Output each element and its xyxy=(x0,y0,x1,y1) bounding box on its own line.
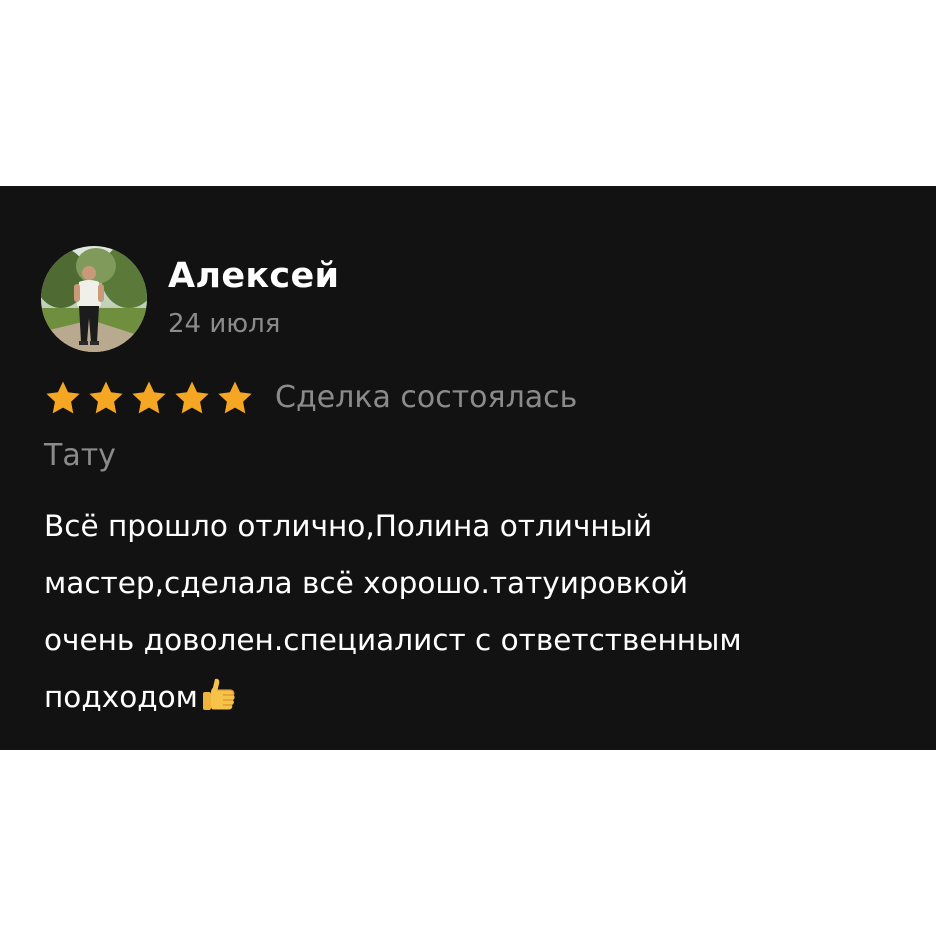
avatar[interactable] xyxy=(41,246,147,352)
star-icon xyxy=(89,381,123,414)
rating-row: Сделка состоялась xyxy=(44,376,577,420)
review-text-line: подходом xyxy=(44,680,198,714)
star-icon xyxy=(132,381,166,414)
avatar-photo xyxy=(41,246,147,352)
service-category: Тату xyxy=(44,438,116,473)
review-date: 24 июля xyxy=(168,309,281,339)
review-text-last-line: подходом xyxy=(44,669,904,726)
page: Алексей 24 июля Сделка состоялась Тату В… xyxy=(0,0,936,936)
star-rating xyxy=(44,379,259,417)
review-text-line: Всё прошло отлично,Полина отличный xyxy=(44,509,653,543)
review-card: Алексей 24 июля Сделка состоялась Тату В… xyxy=(0,186,936,750)
star-icon xyxy=(175,381,209,414)
review-text-line: очень доволен.специалист с ответственным xyxy=(44,623,742,657)
review-text-line: мастер,сделала всё хорошо.татуировкой xyxy=(44,566,689,600)
author-name[interactable]: Алексей xyxy=(168,254,339,298)
thumbs-up-icon xyxy=(202,678,235,710)
review-text: Всё прошло отлично,Полина отличный масте… xyxy=(44,498,904,726)
deal-status: Сделка состоялась xyxy=(275,380,578,415)
star-icon xyxy=(218,381,252,414)
star-icon xyxy=(46,381,80,414)
